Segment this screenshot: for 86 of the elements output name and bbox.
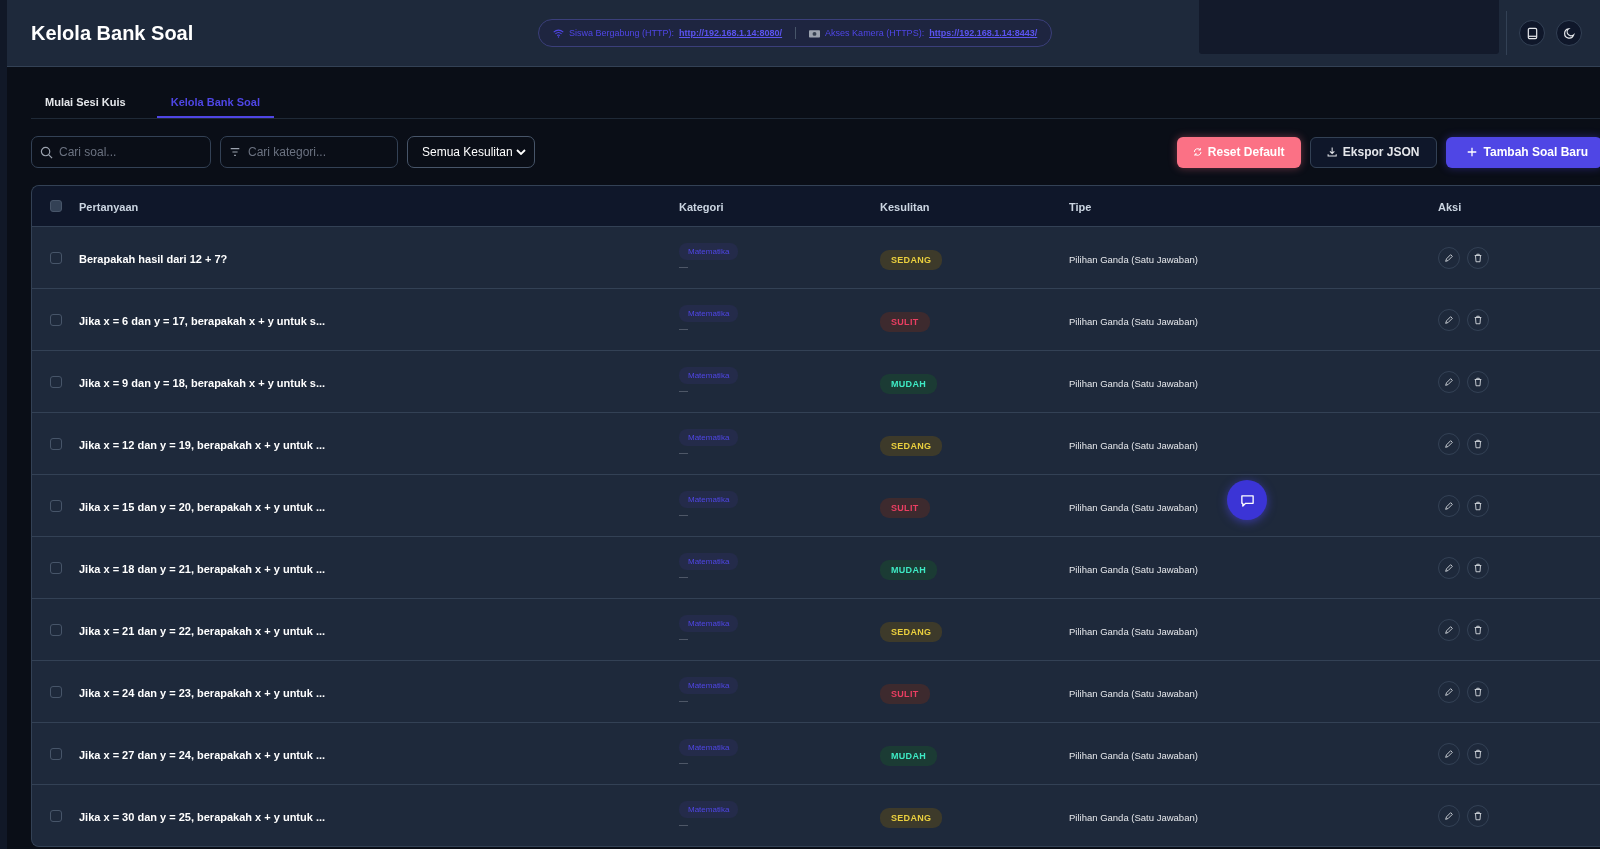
row-checkbox[interactable]: [49, 313, 62, 326]
subcategory-text: —: [679, 510, 688, 520]
row-checkbox[interactable]: [49, 685, 62, 698]
column-header: Pertanyaan: [79, 201, 139, 213]
select-all-checkbox[interactable]: [49, 200, 62, 212]
type-text: Pilihan Ganda (Satu Jawaban): [1069, 687, 1198, 699]
category-tag: Matematika: [679, 305, 739, 322]
type-text: Pilihan Ganda (Satu Jawaban): [1069, 315, 1198, 327]
download-icon: [1326, 146, 1337, 158]
category-tag: Matematika: [679, 677, 739, 694]
subcategory-text: —: [679, 448, 688, 458]
difficulty-dropdown[interactable]: Semua Kesulitan: [407, 136, 535, 168]
question-text: Jika x = 30 dan y = 25, berapakah x + y untuk ...: [79, 810, 326, 823]
question-text: Jika x = 27 dan y = 24, berapakah x + y untuk ...: [79, 748, 326, 761]
type-text: Pilihan Ganda (Satu Jawaban): [1069, 811, 1198, 823]
book-icon[interactable]: [1519, 20, 1546, 46]
subcategory-text: —: [679, 758, 688, 768]
row-checkbox[interactable]: [49, 251, 62, 264]
search-field[interactable]: Cari soal...: [31, 136, 211, 168]
column-header: Kategori: [679, 201, 724, 213]
refresh-icon: [1192, 146, 1202, 158]
question-text: Jika x = 6 dan y = 17, berapakah x + y untuk s...: [79, 314, 326, 327]
row-checkbox[interactable]: [49, 375, 62, 388]
row-checkbox[interactable]: [49, 561, 62, 574]
category-tag: Matematika: [679, 553, 739, 570]
subcategory-text: —: [679, 386, 688, 396]
subcategory-text: —: [679, 696, 688, 706]
subcategory-text: —: [679, 572, 688, 582]
plus-icon: [1465, 146, 1478, 158]
difficulty-tag: SULIT: [880, 683, 930, 704]
row-checkbox[interactable]: [49, 623, 62, 636]
type-text: Pilihan Ganda (Satu Jawaban): [1069, 253, 1198, 265]
type-text: Pilihan Ganda (Satu Jawaban): [1069, 377, 1198, 389]
category-tag: Matematika: [679, 429, 739, 446]
difficulty-tag: MUDAH: [880, 745, 937, 766]
type-text: Pilihan Ganda (Satu Jawaban): [1069, 749, 1198, 761]
category-tag: Matematika: [679, 615, 739, 632]
subcategory-text: —: [679, 324, 688, 334]
question-text: Jika x = 9 dan y = 18, berapakah x + y untuk s...: [79, 376, 326, 389]
type-text: Pilihan Ganda (Satu Jawaban): [1069, 625, 1198, 637]
row-checkbox[interactable]: [49, 809, 62, 822]
difficulty-tag: SEDANG: [880, 807, 943, 828]
difficulty-tag: SULIT: [880, 311, 930, 332]
question-text: Jika x = 12 dan y = 19, berapakah x + y untuk ...: [79, 438, 326, 451]
type-text: Pilihan Ganda (Satu Jawaban): [1069, 439, 1198, 451]
difficulty-tag: MUDAH: [880, 373, 937, 394]
question-text: Jika x = 18 dan y = 21, berapakah x + y untuk ...: [79, 562, 326, 575]
moon-icon[interactable]: [1556, 20, 1583, 46]
question-text: Jika x = 21 dan y = 22, berapakah x + y untuk ...: [79, 624, 326, 637]
row-checkbox[interactable]: [49, 747, 62, 760]
difficulty-tag: SEDANG: [880, 249, 943, 270]
subcategory-text: —: [679, 820, 688, 830]
subcategory-text: —: [679, 262, 688, 272]
add-button[interactable]: Tambah Soal Baru: [1445, 136, 1600, 168]
question-text: Berapakah hasil dari 12 + 7?: [79, 252, 228, 265]
chevron-down-icon: [516, 149, 526, 155]
subcategory-text: —: [679, 634, 688, 644]
category-tag: Matematika: [679, 243, 739, 260]
category-filter-field[interactable]: Cari kategori...: [220, 136, 398, 168]
export-button[interactable]: Ekspor JSON: [1309, 136, 1437, 168]
chat-icon: [1239, 492, 1255, 508]
row-checkbox[interactable]: [49, 499, 62, 512]
difficulty-tag: SEDANG: [880, 621, 943, 642]
question-text: Jika x = 24 dan y = 23, berapakah x + y untuk ...: [79, 686, 326, 699]
camera-icon: [809, 28, 821, 38]
category-tag: Matematika: [679, 367, 739, 384]
difficulty-tag: MUDAH: [880, 559, 937, 580]
page-title: Kelola Bank Soal: [31, 21, 195, 45]
column-header: Aksi: [1438, 201, 1462, 213]
connection-label: Siswa Bergabung (HTTP):: [569, 28, 675, 38]
question-text: Jika x = 15 dan y = 20, berapakah x + y untuk ...: [79, 500, 326, 513]
category-tag: Matematika: [679, 801, 739, 818]
row-checkbox[interactable]: [49, 437, 62, 450]
category-tag: Matematika: [679, 491, 739, 508]
search-icon: [40, 146, 53, 159]
difficulty-tag: SEDANG: [880, 435, 943, 456]
type-text: Pilihan Ganda (Satu Jawaban): [1069, 501, 1198, 513]
connection-label: Akses Kamera (HTTPS):: [825, 28, 925, 38]
type-text: Pilihan Ganda (Satu Jawaban): [1069, 563, 1198, 575]
filter-icon: [229, 146, 241, 158]
tab[interactable]: Mulai Sesi Kuis: [31, 89, 140, 118]
category-tag: Matematika: [679, 739, 739, 756]
column-header: Tipe: [1069, 201, 1092, 213]
wifi-icon: [553, 28, 564, 38]
difficulty-tag: SULIT: [880, 497, 930, 518]
column-header: Kesulitan: [880, 201, 930, 213]
